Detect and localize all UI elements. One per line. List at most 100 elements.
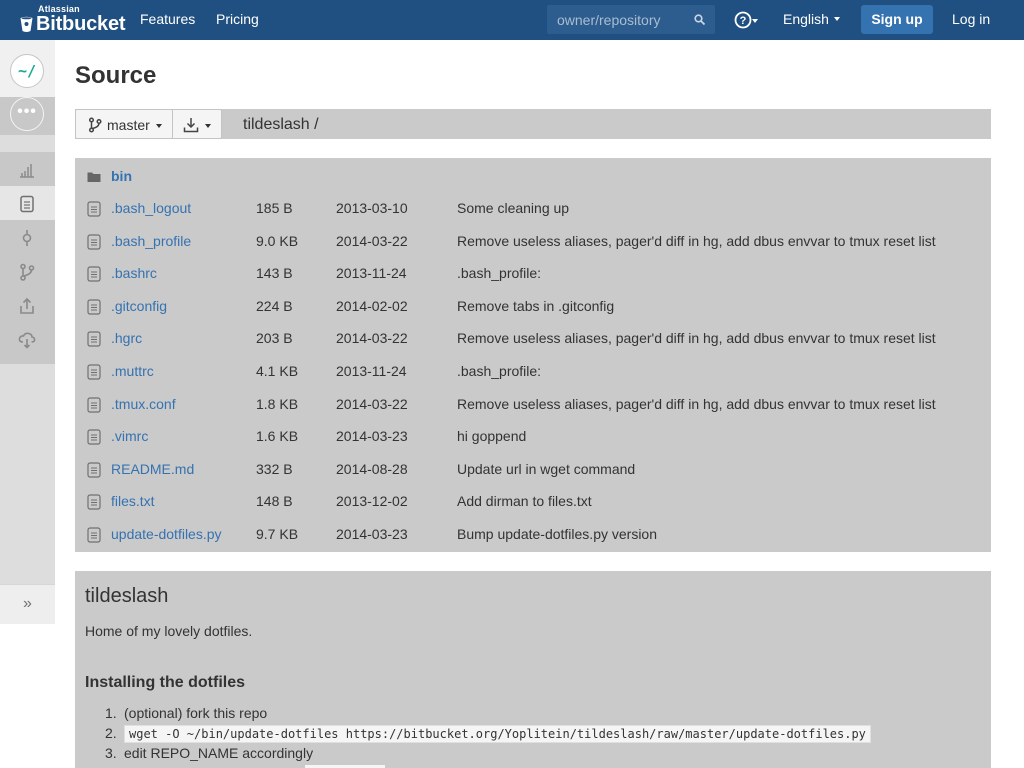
downloads-icon [18,332,36,349]
sidebar-item-pull-requests[interactable] [0,288,55,322]
branch-label: master [107,117,150,133]
file-icon [87,462,101,478]
install-command-code: wget -O ~/bin/update-dotfiles https://bi… [124,725,871,743]
file-size: 224 B [256,297,293,314]
file-size: 1.8 KB [256,395,299,412]
file-link[interactable]: .bash_logout [111,200,191,216]
sidebar-item-source[interactable] [0,186,55,220]
file-icon [87,494,101,510]
commit-message: hi goppend [457,428,527,445]
overview-icon [20,164,34,178]
sidebar-item-branches[interactable] [0,254,55,288]
search-input[interactable] [547,5,687,34]
nav-pricing-link[interactable]: Pricing [216,11,259,27]
chevron-down-icon [833,17,840,22]
folder-link[interactable]: bin [111,168,132,184]
breadcrumb: tildeslash / [243,116,319,133]
file-date: 2013-11-24 [336,265,407,282]
commit-message: Update url in wget command [457,460,636,477]
table-row: .tmux.conf 1.8 KB 2014-03-22 Remove useless… [75,388,991,420]
commit-message: Remove useless aliases, pager'd diff in … [457,232,936,249]
table-row: .vimrc 1.6 KB 2014-03-23 hi goppend [75,420,991,452]
table-row: update-dotfiles.py 9.7 KB 2014-03-23 Bump u… [75,518,991,550]
commits-icon [22,230,32,246]
file-size: 185 B [256,200,293,216]
file-list: bin .bash_logout 185 B 2013-03-10 Some clean… [75,158,991,552]
file-link[interactable]: .muttrc [111,363,154,379]
source-toolbar: master tildeslash / [75,109,991,139]
nav-features-link[interactable]: Features [140,11,195,27]
page-title: Source [75,62,157,89]
search-icon[interactable] [693,13,707,27]
source-icon [20,195,34,213]
readme-panel: tildeslash Home of my lovely dotfiles. I… [75,571,991,768]
file-link[interactable]: update-dotfiles.py [111,526,222,542]
file-link[interactable]: files.txt [111,493,155,509]
sign-up-button[interactable]: Sign up [861,5,933,34]
table-row: README.md 332 B 2014-08-28 Update url in wg… [75,453,991,485]
file-link[interactable]: README.md [111,461,194,477]
file-date: 2013-11-24 [336,363,407,379]
more-actions-icon[interactable]: ••• [10,97,44,131]
file-icon [87,429,101,445]
commit-message: Remove useless aliases, pager'd diff in … [457,395,936,412]
file-size: 1.6 KB [256,428,299,445]
commit-message: .bash_profile: [457,363,542,379]
list-item: 1. (optional) fork this repo [105,705,268,721]
table-row: .bash_logout 185 B 2013-03-10 Some cleaning… [75,192,991,224]
help-menu[interactable]: ? [734,10,764,30]
commit-message: .bash_profile: [457,265,542,282]
bitbucket-logo[interactable]: Atlassian Bitbucket [20,4,126,36]
chevron-down-icon [156,124,162,128]
file-link[interactable]: .bashrc [111,265,157,281]
folder-row: bin [75,160,991,192]
file-size: 203 B [256,330,293,347]
language-selector[interactable]: English [783,11,840,27]
commit-message: Bump update-dotfiles.py version [457,526,657,542]
file-date: 2013-03-10 [336,200,408,216]
file-date: 2014-03-23 [336,428,408,445]
sidebar-nav [0,152,55,364]
chevron-down-icon [205,124,211,128]
file-date: 2014-03-22 [336,232,408,249]
file-link[interactable]: .gitconfig [111,298,167,314]
file-date: 2014-03-22 [336,395,408,412]
file-size: 9.7 KB [256,526,299,542]
file-link[interactable]: .bash_profile [111,233,191,249]
file-date: 2014-08-28 [336,460,408,477]
file-icon [87,299,101,315]
chevron-down-icon [752,19,758,23]
branch-selector-button[interactable]: master [75,109,173,139]
log-in-link[interactable]: Log in [952,11,990,27]
file-link[interactable]: .tmux.conf [111,396,176,412]
file-link[interactable]: .hgrc [111,330,142,346]
sidebar-item-commits[interactable] [0,220,55,254]
readme-title: tildeslash [85,585,169,607]
file-date: 2014-03-22 [336,330,408,347]
file-link[interactable]: .vimrc [111,428,148,444]
list-item: 2. wget -O ~/bin/update-dotfiles https://… [105,725,871,745]
folder-icon [87,172,101,182]
table-row: .hgrc 203 B 2014-03-22 Remove useless alias… [75,322,991,354]
sidebar-item-downloads[interactable] [0,322,55,356]
pull-requests-icon [20,297,34,314]
file-date: 2013-12-02 [336,493,408,510]
commit-message: Add dirman to files.txt [457,493,592,510]
file-icon [87,331,101,347]
download-icon [183,118,199,133]
sidebar-item-overview[interactable] [0,152,55,186]
commit-message: Remove tabs in .gitconfig [457,297,615,314]
file-icon [87,201,101,217]
svg-text:?: ? [740,15,747,27]
file-icon [87,396,101,413]
expand-sidebar-button[interactable]: » [0,584,55,624]
table-row: .gitconfig 224 B 2014-02-02 Remove tabs in … [75,290,991,322]
bitbucket-wordmark: Bitbucket [36,13,126,35]
file-size: 4.1 KB [256,363,299,379]
file-size: 332 B [256,460,293,477]
file-size: 143 B [256,265,293,282]
repository-avatar[interactable]: ~/ [10,54,44,88]
commit-message: Some cleaning up [457,200,570,216]
download-button[interactable] [172,109,222,139]
install-steps: 1. (optional) fork this repo 2. wget -O ~/… [105,705,871,765]
